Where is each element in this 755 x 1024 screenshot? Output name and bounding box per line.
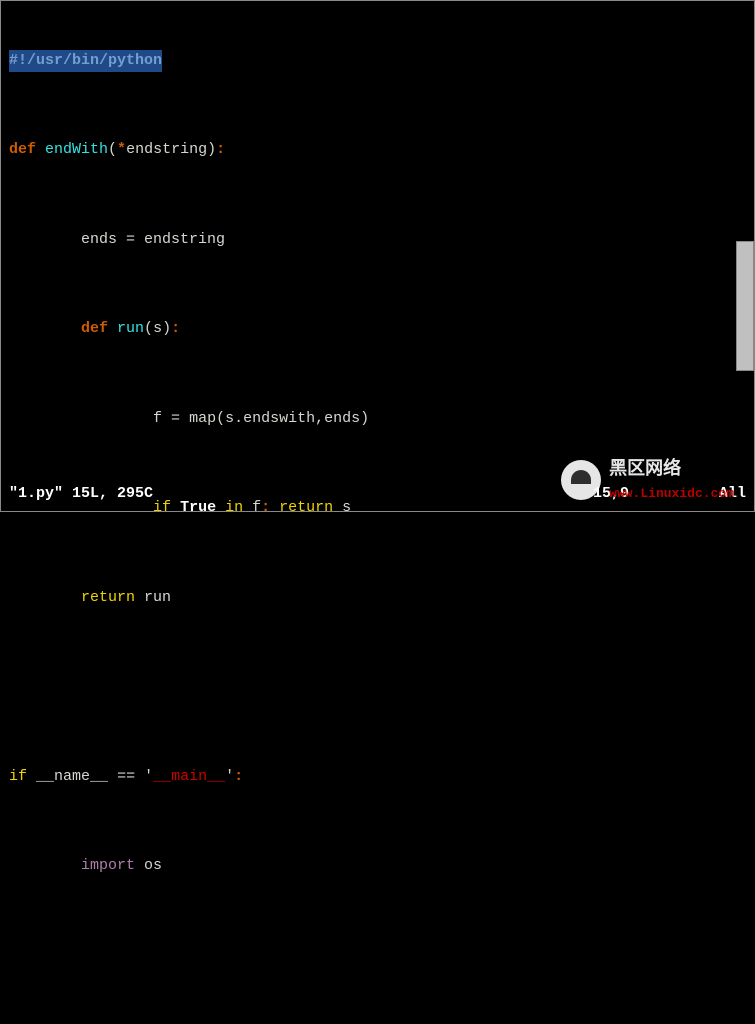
shebang: #!/usr/bin/python (9, 50, 162, 73)
func-name: run (108, 318, 144, 341)
code-line: ends = endstring (9, 229, 746, 251)
watermark-title: 黑区网络 (609, 457, 734, 484)
blank-line (9, 945, 746, 967)
string-literal: __main__ (153, 766, 225, 789)
keyword-def: def (81, 318, 108, 341)
status-file-info: "1.py" 15L, 295C (9, 483, 153, 506)
code-line: def endWith(*endstring): (9, 140, 746, 162)
vim-editor[interactable]: #!/usr/bin/python def endWith(*endstring… (1, 1, 754, 511)
keyword-return: return (81, 587, 135, 610)
blank-line (9, 677, 746, 699)
watermark-url: www.Linuxidc.com (609, 484, 734, 504)
code-line: def run(s): (9, 319, 746, 341)
keyword-if: if (9, 766, 27, 789)
code-line: f = map(s.endswith,ends) (9, 408, 746, 430)
code-line: import os (9, 856, 746, 878)
code-line: if __name__ == '__main__': (9, 766, 746, 788)
code-line: return run (9, 587, 746, 609)
code-line: #!/usr/bin/python (9, 50, 746, 72)
func-name: endWith (36, 139, 108, 162)
watermark: 黑区网络 www.Linuxidc.com (561, 457, 734, 504)
keyword-import: import (81, 855, 135, 878)
penguin-icon (561, 460, 601, 500)
keyword-def: def (9, 139, 36, 162)
scrollbar[interactable] (736, 241, 754, 371)
